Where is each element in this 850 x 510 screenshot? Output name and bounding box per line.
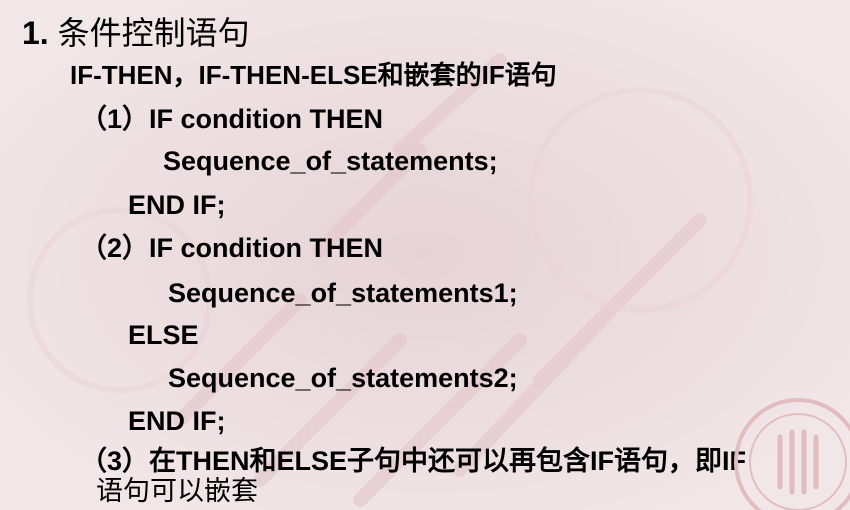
code-line-3: END IF;: [128, 190, 226, 220]
slide-title: 1. 条件控制语句: [22, 17, 250, 49]
code-line-8: END IF;: [128, 406, 226, 436]
code-line-4: （2）IF condition THEN: [80, 233, 383, 263]
code-line-2: Sequence_of_statements;: [163, 146, 498, 176]
code-line-5: Sequence_of_statements1;: [168, 278, 518, 308]
university-seal-icon: [734, 398, 850, 510]
body-line-9: （3）在THEN和ELSE子句中还可以再包含IF语句，即IF: [80, 446, 747, 476]
slide: 1. 条件控制语句 IF-THEN，IF-THEN-ELSE和嵌套的IF语句 （…: [0, 0, 850, 510]
body-line-10: 语句可以嵌套: [96, 476, 258, 506]
title-number: 1.: [22, 15, 49, 51]
slide-subtitle: IF-THEN，IF-THEN-ELSE和嵌套的IF语句: [70, 60, 557, 90]
title-text: 条件控制语句: [57, 15, 250, 51]
code-line-6: ELSE: [128, 320, 199, 350]
code-line-1: （1）IF condition THEN: [80, 104, 383, 134]
code-line-7: Sequence_of_statements2;: [168, 363, 518, 393]
